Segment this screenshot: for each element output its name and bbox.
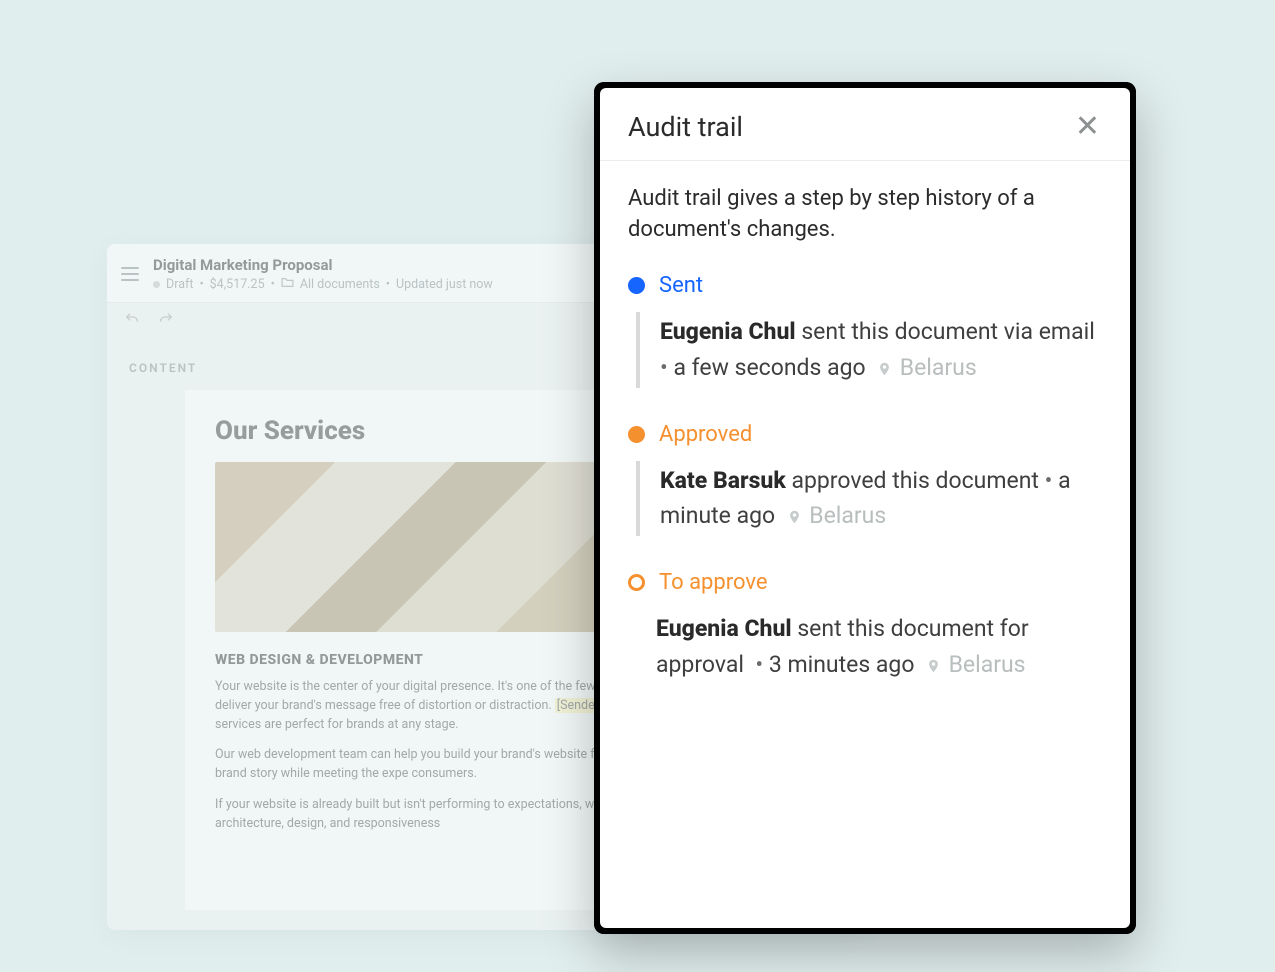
audit-event: Sent Eugenia Chul sent this document via… <box>628 273 1102 387</box>
status-dot-icon <box>153 281 160 288</box>
event-status: Approved <box>659 422 752 447</box>
menu-icon[interactable] <box>121 267 139 281</box>
status-dot-icon <box>628 574 645 591</box>
location-pin-icon <box>926 652 941 679</box>
event-status: To approve <box>659 570 768 595</box>
folder-icon <box>281 277 294 292</box>
event-description: Eugenia Chul sent this document for appr… <box>636 609 1102 684</box>
event-location: Belarus <box>809 502 886 529</box>
event-actor: Eugenia Chul <box>660 318 796 345</box>
audit-trail-panel: Audit trail ✕ Audit trail gives a step b… <box>594 82 1136 934</box>
location-pin-icon <box>877 355 892 382</box>
event-actor: Eugenia Chul <box>656 615 792 642</box>
document-status: Draft <box>166 277 193 292</box>
event-description: Kate Barsuk approved this document • a m… <box>636 461 1102 536</box>
content-panel-label: CONTENT <box>129 361 197 375</box>
panel-title: Audit trail <box>628 111 743 143</box>
event-actor: Kate Barsuk <box>660 467 786 494</box>
document-updated: Updated just now <box>396 277 493 292</box>
event-description: Eugenia Chul sent this document via emai… <box>636 312 1102 387</box>
event-location: Belarus <box>949 651 1026 678</box>
status-dot-icon <box>628 426 645 443</box>
audit-event: To approve Eugenia Chul sent this docume… <box>628 570 1102 684</box>
audit-event: Approved Kate Barsuk approved this docum… <box>628 422 1102 536</box>
document-folder[interactable]: All documents <box>300 277 380 292</box>
event-status: Sent <box>659 273 703 298</box>
image-placeholder[interactable] <box>215 462 647 632</box>
status-dot-icon <box>628 277 645 294</box>
undo-icon[interactable] <box>123 311 141 331</box>
event-location: Belarus <box>900 354 977 381</box>
redo-icon[interactable] <box>157 311 175 331</box>
close-icon[interactable]: ✕ <box>1071 110 1104 144</box>
location-pin-icon <box>787 503 802 530</box>
panel-intro: Audit trail gives a step by step history… <box>628 183 1102 245</box>
document-amount: $4,517.25 <box>210 277 265 292</box>
